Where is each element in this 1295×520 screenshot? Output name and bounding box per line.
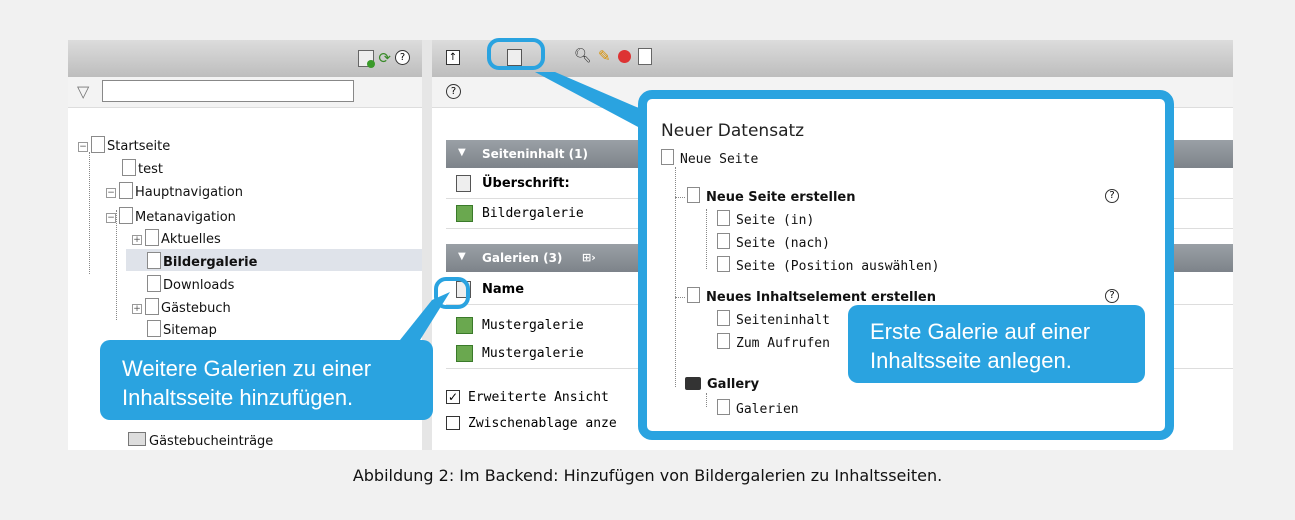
page-after-link[interactable]: Seite (nach) — [717, 233, 830, 251]
page-icon — [717, 256, 730, 272]
link-label: Neue Seite — [680, 152, 759, 167]
gallery-add-highlight-ring — [434, 277, 470, 309]
link-label: Seite (nach) — [736, 236, 830, 251]
content-icon — [717, 333, 730, 349]
figure-caption: Abbildung 2: Im Backend: Hinzufügen von … — [352, 466, 943, 485]
content-element-icon — [687, 287, 700, 303]
page-icon — [661, 149, 674, 165]
content-link[interactable]: Seiteninhalt — [717, 310, 830, 328]
call-link[interactable]: Zum Aufrufen — [717, 333, 830, 351]
page-position-link[interactable]: Seite (Position auswählen) — [717, 256, 940, 274]
group-new-content: Neues Inhaltselement erstellen — [687, 287, 936, 305]
help-icon[interactable]: ? — [1105, 289, 1119, 303]
link-label: Seite (Position auswählen) — [736, 259, 940, 274]
new-page-icon — [687, 187, 700, 203]
link-label: Zum Aufrufen — [736, 336, 830, 351]
group-label: Gallery — [707, 377, 760, 392]
camera-icon — [685, 377, 701, 390]
new-record-popup: Neuer Datensatz Neue Seite Neue Seite er… — [638, 90, 1174, 440]
new-page-link[interactable]: Neue Seite — [661, 149, 758, 167]
group-new-page: Neue Seite erstellen — [687, 187, 855, 205]
callout-left: Weitere Galerien zu einer Inhaltsseite h… — [100, 340, 433, 420]
help-icon[interactable]: ? — [1105, 189, 1119, 203]
group-label: Neue Seite erstellen — [706, 190, 856, 205]
page-icon — [717, 210, 730, 226]
popup-pointer — [535, 72, 648, 128]
link-label: Seiteninhalt — [736, 313, 830, 328]
page-icon — [717, 233, 730, 249]
popup-title: Neuer Datensatz — [661, 121, 805, 141]
link-label: Galerien — [736, 402, 799, 417]
page-in-link[interactable]: Seite (in) — [717, 210, 814, 228]
link-label: Seite (in) — [736, 213, 815, 228]
group-label: Neues Inhaltselement erstellen — [706, 290, 936, 305]
group-gallery: Gallery — [685, 377, 759, 392]
gallery-record-icon — [717, 399, 730, 415]
gallery-link[interactable]: Galerien — [717, 399, 799, 417]
callout-right: Erste Galerie auf einer Inhaltsseite anl… — [848, 305, 1145, 383]
content-icon — [717, 310, 730, 326]
